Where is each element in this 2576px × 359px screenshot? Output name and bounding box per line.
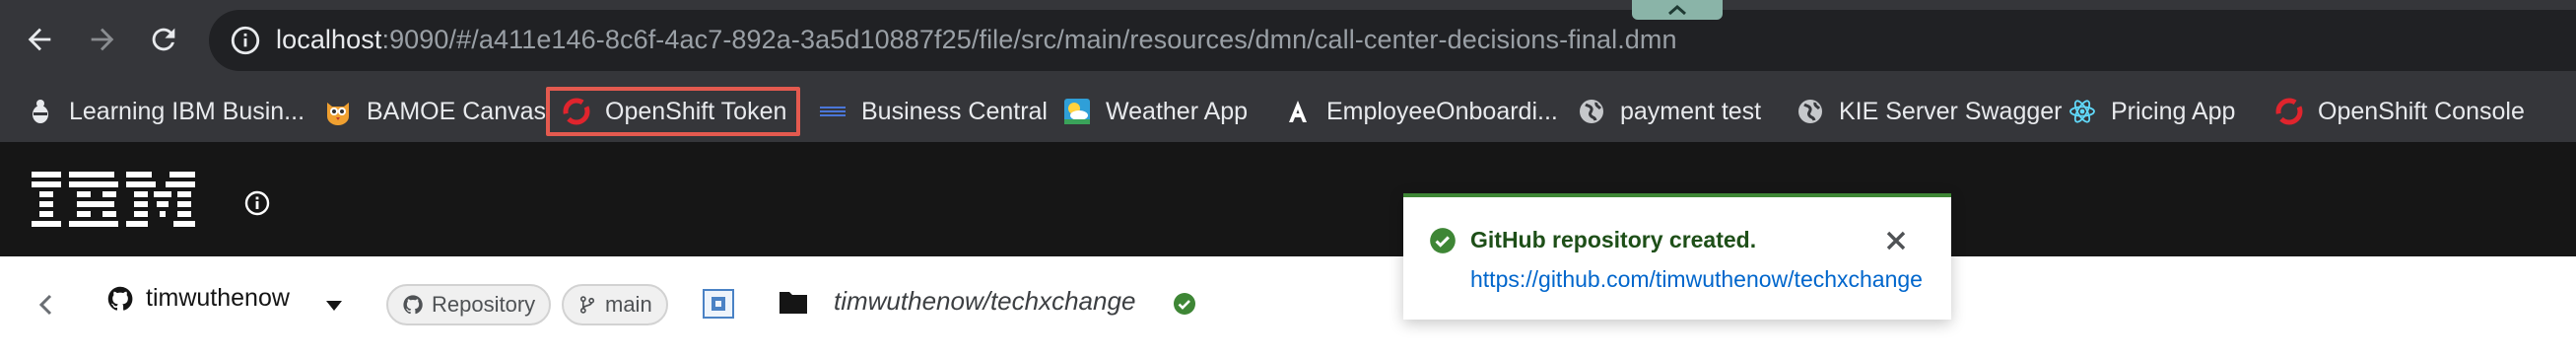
forward-arrow-icon[interactable] <box>77 14 128 65</box>
check-circle-icon <box>1430 228 1456 253</box>
bookmarks-bar: Learning IBM Busin... BAMOE Canvas OpenS… <box>0 81 2576 142</box>
repository-pill-label: Repository <box>432 292 536 317</box>
info-icon[interactable] <box>242 188 272 218</box>
bookmark-weather-app[interactable]: Weather App <box>1051 89 1259 134</box>
openshift-icon <box>562 97 591 126</box>
site-info-icon[interactable] <box>229 24 262 57</box>
branch-pill[interactable]: main <box>562 284 668 325</box>
letter-a-icon <box>1283 97 1313 126</box>
bookmark-business-central[interactable]: Business Central <box>806 89 1059 134</box>
git-branch-icon <box>579 296 595 314</box>
reload-icon[interactable] <box>138 14 189 65</box>
github-icon <box>403 295 423 315</box>
success-toast: GitHub repository created. https://githu… <box>1403 193 1951 320</box>
app-masthead <box>0 142 2576 256</box>
bookmark-pricing-app[interactable]: Pricing App <box>2056 89 2247 134</box>
weather-icon <box>1062 97 1092 126</box>
close-icon[interactable] <box>1884 229 1908 252</box>
ibm-logo[interactable] <box>32 170 199 233</box>
bookmark-openshift-console[interactable]: OpenShift Console <box>2263 89 2537 134</box>
bookmark-label: Pricing App <box>2111 97 2236 125</box>
bookmark-openshift-token[interactable]: OpenShift Token <box>546 87 800 136</box>
back-arrow-icon[interactable] <box>14 14 65 65</box>
github-account-name: timwuthenow <box>146 284 290 312</box>
bookmark-label: EmployeeOnboardi... <box>1326 97 1558 125</box>
dmn-file-icon[interactable] <box>702 288 735 320</box>
globe-icon <box>1577 97 1606 126</box>
browser-toolbar: localhost:9090/#/a411e146-8c6f-4ac7-892a… <box>0 0 2576 81</box>
folder-icon <box>780 292 807 314</box>
url-path: :9090/#/a411e146-8c6f-4ac7-892a-3a5d1088… <box>381 25 1677 54</box>
check-circle-icon <box>1174 293 1195 315</box>
chevron-up-icon <box>1668 5 1686 16</box>
url-text[interactable]: localhost:9090/#/a411e146-8c6f-4ac7-892a… <box>276 25 1677 55</box>
download-chip[interactable] <box>1632 0 1723 20</box>
bookmark-employee-onboarding[interactable]: EmployeeOnboardi... <box>1271 89 1570 134</box>
bookmark-label: KIE Server Swagger <box>1839 97 2063 125</box>
react-icon <box>2068 97 2097 126</box>
kie-owl-icon <box>323 97 353 126</box>
caret-down-icon[interactable] <box>325 300 343 312</box>
chevron-left-icon[interactable] <box>34 292 59 318</box>
bookmark-payment-test[interactable]: payment test <box>1565 89 1773 134</box>
ibm-logo-icon <box>818 97 847 126</box>
toast-title: GitHub repository created. <box>1470 227 1757 252</box>
bookmark-label: Weather App <box>1106 97 1249 125</box>
github-icon <box>107 286 133 311</box>
bookmark-label: BAMOE Canvas <box>367 97 547 125</box>
bookmark-label: Learning IBM Busin... <box>69 97 305 125</box>
bookmark-label: OpenShift Console <box>2318 97 2525 125</box>
toast-repository-link[interactable]: https://github.com/timwuthenow/techxchan… <box>1470 266 1923 293</box>
bookmark-bamoe-canvas[interactable]: BAMOE Canvas <box>311 89 558 134</box>
bookmark-label: OpenShift Token <box>605 97 787 125</box>
repository-toolbar: timwuthenow Repository main timwuthenow/… <box>0 256 2576 359</box>
github-account-selector[interactable]: timwuthenow <box>106 284 290 313</box>
url-host: localhost <box>276 25 382 54</box>
repository-pill[interactable]: Repository <box>386 284 552 325</box>
ibm-bee-icon <box>26 97 55 126</box>
repository-path[interactable]: timwuthenow/techxchange <box>834 286 1135 317</box>
bookmark-learning-ibm[interactable]: Learning IBM Busin... <box>14 89 316 134</box>
bookmark-label: payment test <box>1620 97 1762 125</box>
bookmark-kie-server-swagger[interactable]: KIE Server Swagger <box>1784 89 2074 134</box>
bookmark-label: Business Central <box>861 97 1048 125</box>
branch-name: main <box>605 292 652 317</box>
openshift-icon <box>2274 97 2304 126</box>
address-bar[interactable]: localhost:9090/#/a411e146-8c6f-4ac7-892a… <box>209 10 2576 71</box>
globe-icon <box>1796 97 1825 126</box>
